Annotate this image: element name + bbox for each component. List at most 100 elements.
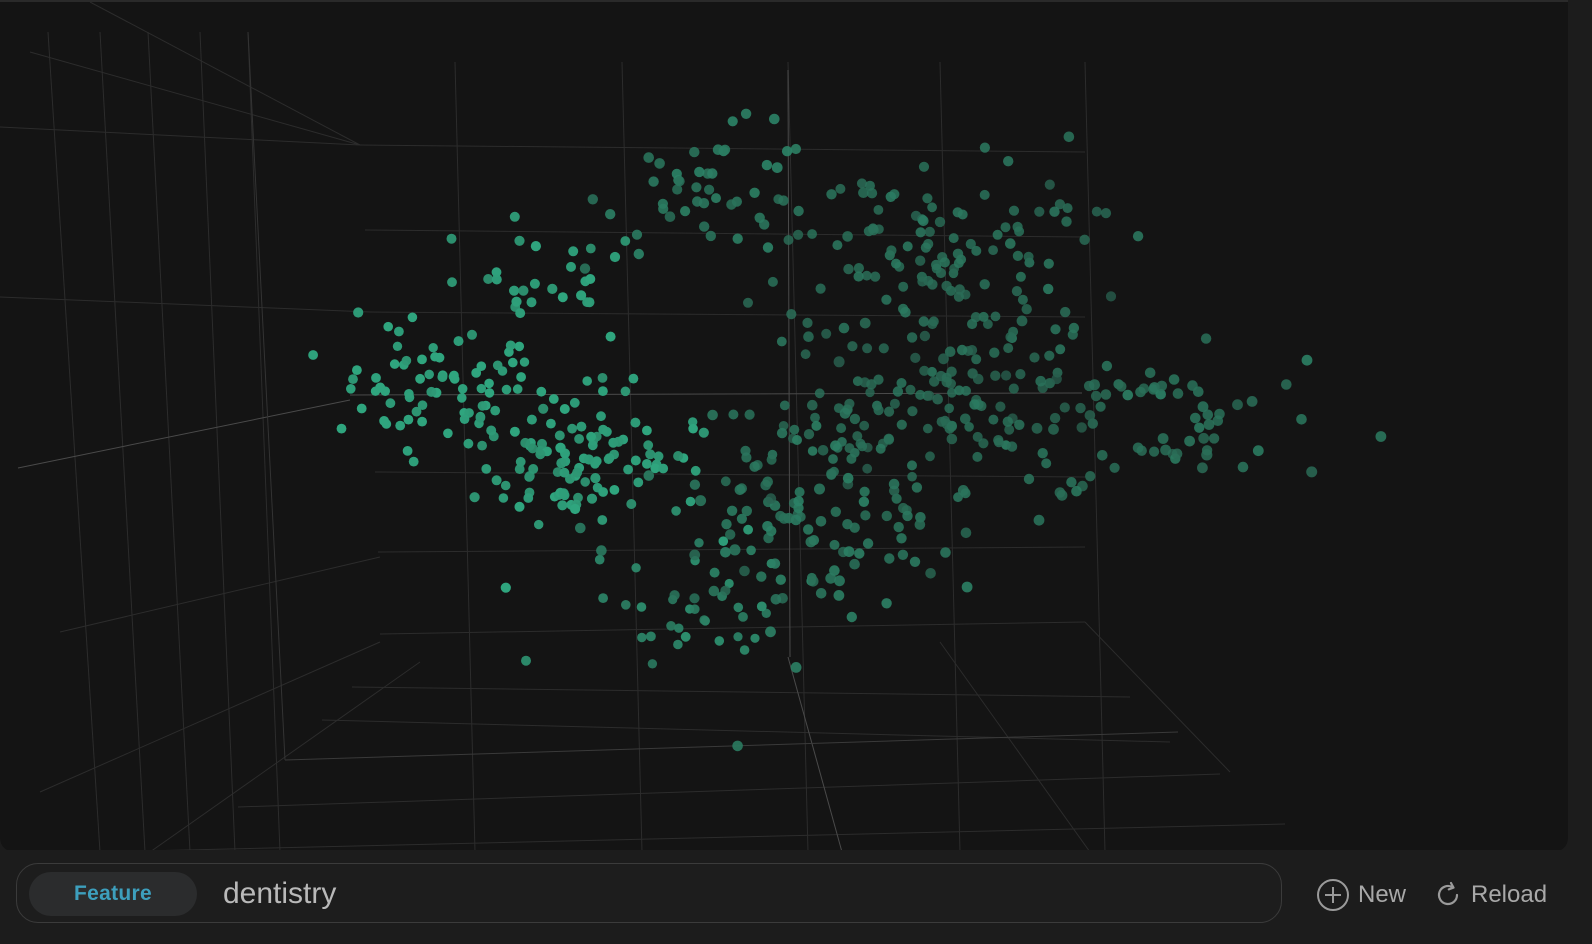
- data-point: [842, 472, 854, 484]
- data-point: [775, 574, 786, 585]
- embedding-3d-viewport[interactable]: [0, 0, 1568, 852]
- scatter-plot-3d[interactable]: [0, 2, 1568, 852]
- data-point: [1116, 381, 1127, 392]
- data-point: [352, 365, 362, 375]
- data-point: [1033, 514, 1045, 526]
- grid-line: [374, 471, 1086, 478]
- data-point: [508, 357, 518, 368]
- grid-line: [284, 731, 1179, 761]
- search-input[interactable]: [223, 872, 1263, 916]
- data-point: [1187, 380, 1198, 391]
- data-point: [1066, 477, 1077, 488]
- data-point: [765, 626, 776, 638]
- data-point: [814, 483, 825, 495]
- query-bar: Feature New Reload: [0, 850, 1592, 944]
- data-point: [490, 405, 501, 416]
- data-point: [1060, 306, 1071, 318]
- data-point: [572, 467, 583, 478]
- data-point: [546, 418, 556, 429]
- data-point: [914, 519, 926, 530]
- data-point: [1200, 333, 1212, 344]
- data-point: [628, 373, 639, 384]
- new-button[interactable]: New: [1316, 877, 1406, 913]
- data-point: [793, 496, 804, 507]
- data-point: [826, 189, 837, 200]
- reload-label: Reload: [1471, 881, 1548, 908]
- data-point: [884, 553, 895, 564]
- data-point: [792, 435, 802, 445]
- data-point: [559, 467, 570, 478]
- data-point: [855, 438, 866, 449]
- data-point: [873, 405, 884, 416]
- data-point: [846, 453, 857, 464]
- data-point: [978, 438, 989, 449]
- data-point: [720, 476, 731, 487]
- data-point: [598, 386, 608, 396]
- data-point: [685, 496, 696, 507]
- data-point: [919, 365, 930, 376]
- grid-line: [59, 556, 381, 633]
- data-point: [844, 443, 855, 454]
- data-point: [1050, 324, 1061, 335]
- data-point: [927, 279, 938, 290]
- data-point: [992, 229, 1003, 240]
- data-point: [979, 189, 990, 200]
- data-point: [477, 440, 487, 451]
- data-point: [756, 571, 767, 582]
- data-point: [860, 510, 871, 521]
- data-point: [946, 421, 957, 432]
- data-point: [1132, 442, 1144, 454]
- data-point: [932, 393, 943, 405]
- grid-line: [89, 2, 361, 146]
- data-point: [486, 425, 497, 436]
- data-point: [699, 615, 709, 625]
- data-point: [643, 470, 655, 481]
- plus-circle-icon: [1316, 878, 1350, 912]
- reload-button[interactable]: Reload: [1433, 877, 1547, 913]
- data-point: [417, 354, 427, 365]
- data-point: [566, 261, 576, 272]
- data-point: [873, 205, 884, 215]
- data-point: [501, 384, 512, 395]
- data-point: [762, 242, 774, 253]
- data-point: [1016, 315, 1028, 327]
- data-point: [1000, 222, 1011, 233]
- data-point: [596, 545, 607, 556]
- data-point: [648, 176, 659, 187]
- data-point: [576, 290, 587, 301]
- data-point: [868, 224, 879, 236]
- data-point: [948, 233, 959, 244]
- grid-line: [939, 61, 961, 852]
- data-point: [1044, 350, 1055, 361]
- data-point: [709, 567, 720, 578]
- data-point: [807, 399, 818, 411]
- data-point: [1194, 422, 1205, 433]
- data-point: [957, 485, 969, 496]
- mode-toggle-button[interactable]: Feature: [29, 872, 197, 916]
- data-point: [842, 231, 853, 242]
- data-point: [704, 184, 715, 195]
- data-point: [971, 354, 982, 365]
- data-point: [954, 284, 965, 295]
- data-point: [891, 258, 901, 269]
- data-point: [1090, 390, 1102, 402]
- data-point: [395, 420, 406, 431]
- grid-line: [454, 61, 476, 852]
- data-point: [1100, 208, 1112, 219]
- data-point: [786, 309, 797, 320]
- data-point: [598, 424, 608, 435]
- data-point: [559, 404, 570, 414]
- grid-line: [939, 641, 1091, 852]
- data-point: [1035, 375, 1046, 387]
- data-point: [1051, 373, 1062, 385]
- data-point: [934, 216, 946, 228]
- data-point: [732, 233, 743, 244]
- data-point: [690, 465, 701, 476]
- data-point: [657, 198, 669, 209]
- data-point: [556, 458, 567, 469]
- data-point: [802, 317, 813, 328]
- data-point: [767, 276, 778, 287]
- data-point: [1055, 344, 1066, 355]
- data-point: [920, 242, 932, 253]
- data-point: [826, 468, 837, 480]
